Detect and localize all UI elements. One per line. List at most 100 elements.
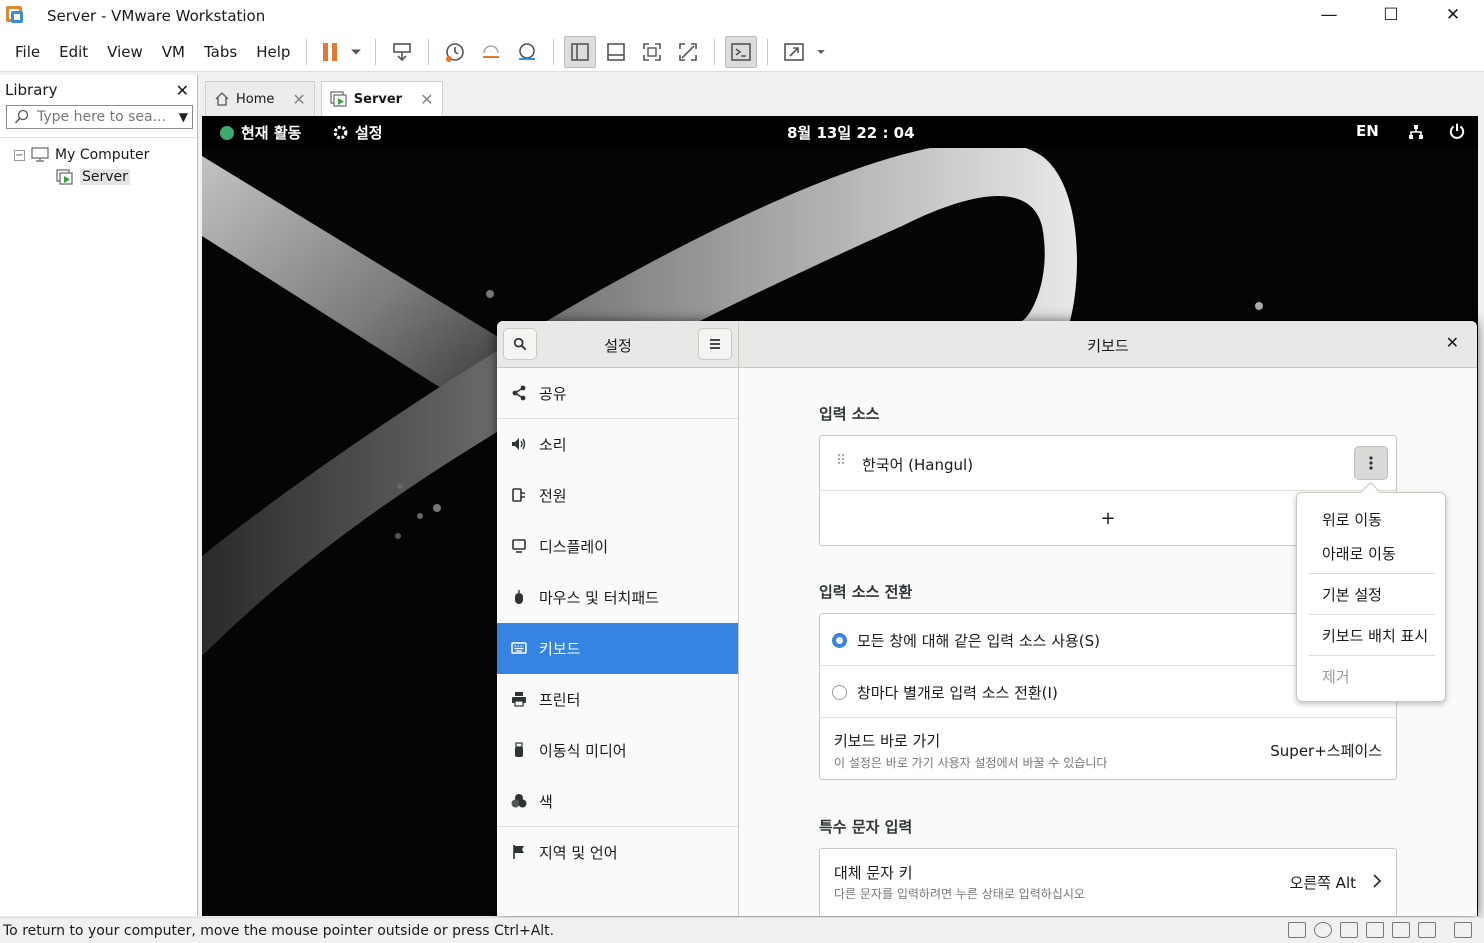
menu-tabs[interactable]: Tabs	[196, 43, 245, 61]
printer-device-icon[interactable]	[1418, 922, 1436, 938]
radio-unselected[interactable]	[832, 685, 847, 700]
sidebar-item-color[interactable]: 색	[497, 776, 738, 827]
shortcut-value: Super+스페이스	[1270, 742, 1382, 760]
sidebar-item-mouse[interactable]: 마우스 및 터치패드	[497, 572, 738, 623]
collapse-toggle[interactable]: −	[14, 149, 25, 161]
tab-server-close-button[interactable]: ✕	[420, 90, 433, 109]
power-dropdown-button[interactable]	[347, 36, 365, 68]
usb-controller-icon[interactable]	[1392, 922, 1410, 938]
input-source-menu-button[interactable]	[1354, 446, 1388, 480]
menu-separator	[1309, 655, 1435, 656]
stretch-guest-button[interactable]	[778, 36, 810, 68]
settings-app-menu[interactable]: 설정	[332, 122, 383, 143]
tree-item-server[interactable]: Server	[0, 166, 197, 188]
menu-file[interactable]: File	[7, 43, 48, 61]
alt-key-subtitle: 다른 문자를 입력하려면 누른 상태로 입력하십시오	[834, 887, 1085, 901]
message-log-icon[interactable]	[1454, 922, 1472, 938]
network-adapter-icon[interactable]	[1340, 922, 1358, 938]
network-icon[interactable]	[1408, 124, 1424, 140]
menubar: File Edit View VM Tabs Help	[0, 32, 1484, 72]
settings-sidebar-header: 설정	[497, 321, 739, 368]
sidebar-item-printers[interactable]: 프린터	[497, 674, 738, 725]
tab-server[interactable]: Server ✕	[320, 81, 443, 116]
unity-button[interactable]	[672, 36, 704, 68]
sidebar-item-removable-media[interactable]: 이동식 미디어	[497, 725, 738, 776]
revert-snapshot-icon	[483, 44, 500, 58]
sidebar-item-keyboard[interactable]: 키보드	[497, 623, 738, 674]
menu-help[interactable]: Help	[248, 43, 298, 61]
library-close-button[interactable]: ✕	[176, 81, 189, 100]
special-chars-list: 대체 문자 키 다른 문자를 입력하려면 누른 상태로 입력하십시오 오른쪽 A…	[819, 848, 1397, 916]
menu-item-move-down[interactable]: 아래로 이동	[1322, 543, 1396, 564]
pause-button[interactable]	[317, 36, 343, 68]
console-view-button[interactable]	[725, 35, 758, 68]
terminal-icon	[731, 42, 752, 61]
printer-icon	[512, 692, 526, 707]
tab-home[interactable]: Home ✕	[205, 81, 315, 116]
tree-label-server: Server	[80, 169, 130, 185]
close-window-button[interactable]: ✕	[1422, 0, 1484, 30]
window-title: Server - VMware Workstation	[47, 7, 266, 25]
activities-button[interactable]: 현재 활동	[220, 122, 301, 143]
menu-item-preferences[interactable]: 기본 설정	[1322, 584, 1382, 605]
switch-shortcut-row[interactable]: 키보드 바로 가기 이 설정은 바로 가기 사용자 설정에서 바꿀 수 있습니다…	[820, 718, 1396, 780]
flag-icon	[513, 845, 524, 859]
library-search-input[interactable]: Type here to sea... ▼	[6, 105, 193, 129]
menu-vm[interactable]: VM	[154, 43, 193, 61]
menu-item-move-up[interactable]: 위로 이동	[1322, 509, 1382, 530]
send-ctrl-alt-del-button[interactable]	[386, 36, 418, 68]
maximize-button[interactable]: ☐	[1360, 0, 1422, 30]
revert-snapshot-button[interactable]	[475, 36, 507, 68]
window-titlebar: Server - VMware Workstation — ☐ ✕	[0, 0, 1484, 32]
settings-sidebar: 공유 소리 전원 디스플레이 마우스 및 터치패드 키보드 프린터 이동식 미디…	[497, 368, 739, 916]
stretch-dropdown-button[interactable]	[814, 36, 828, 68]
input-source-row[interactable]: ⠿ 한국어 (Hangul)	[820, 436, 1396, 491]
color-icon	[511, 794, 527, 808]
radio-selected[interactable]	[832, 633, 847, 648]
activities-label: 현재 활동	[241, 124, 302, 142]
clock[interactable]: 8월 13일 22 : 04	[787, 122, 915, 143]
tree-item-my-computer[interactable]: − My Computer	[0, 144, 197, 166]
chevron-down-icon[interactable]: ▼	[179, 110, 188, 124]
radio-label: 모든 창에 대해 같은 입력 소스 사용(S)	[857, 632, 1101, 650]
sidebar-item-sound[interactable]: 소리	[497, 419, 738, 470]
menu-edit[interactable]: Edit	[51, 43, 96, 61]
toolbar-separator	[306, 38, 308, 65]
drag-handle-icon[interactable]: ⠿	[836, 453, 846, 469]
vm-running-icon	[56, 169, 73, 185]
switching-heading: 입력 소스 전환	[819, 583, 913, 601]
radio-label: 창마다 별개로 입력 소스 전환(I)	[857, 684, 1058, 702]
settings-close-button[interactable]: ✕	[1446, 333, 1459, 352]
thumbnail-bar-button[interactable]	[600, 36, 632, 68]
sidebar-item-label: 색	[539, 792, 553, 811]
sound-card-icon[interactable]	[1366, 922, 1384, 938]
snapshot-manager-button[interactable]	[511, 36, 543, 68]
power-icon[interactable]	[1448, 122, 1466, 140]
hard-disk-icon[interactable]	[1288, 922, 1306, 938]
tab-home-close-button[interactable]: ✕	[292, 90, 305, 109]
cd-dvd-icon[interactable]	[1314, 922, 1332, 938]
menu-separator	[1309, 614, 1435, 615]
minimize-button[interactable]: —	[1298, 0, 1360, 30]
chevron-right-icon	[1373, 874, 1382, 888]
sidebar-item-sharing[interactable]: 공유	[497, 368, 738, 419]
toolbar-separator	[375, 38, 377, 65]
input-language-indicator[interactable]: EN	[1356, 122, 1379, 140]
keyboard-icon	[511, 642, 527, 654]
sidebar-item-region-language[interactable]: 지역 및 언어	[497, 827, 738, 878]
full-screen-button[interactable]	[636, 36, 668, 68]
snapshot-button[interactable]	[439, 36, 471, 68]
settings-menu-button[interactable]	[698, 328, 732, 360]
sidebar-item-power[interactable]: 전원	[497, 470, 738, 521]
snapshot-manager-icon	[519, 42, 536, 60]
gnome-top-bar: 현재 활동 설정 8월 13일 22 : 04 EN	[202, 116, 1478, 148]
shortcut-subtitle: 이 설정은 바로 가기 사용자 설정에서 바꿀 수 있습니다	[834, 756, 1108, 770]
sidebar-item-displays[interactable]: 디스플레이	[497, 521, 738, 572]
show-library-button[interactable]	[564, 35, 597, 68]
alternate-chars-key-row[interactable]: 대체 문자 키 다른 문자를 입력하려면 누른 상태로 입력하십시오 오른쪽 A…	[820, 849, 1396, 913]
menu-item-show-layout[interactable]: 키보드 배치 표시	[1322, 625, 1428, 646]
menu-view[interactable]: View	[99, 43, 151, 61]
vmware-logo-icon	[5, 5, 27, 27]
pause-icon	[323, 42, 338, 61]
library-title: Library	[5, 81, 58, 99]
